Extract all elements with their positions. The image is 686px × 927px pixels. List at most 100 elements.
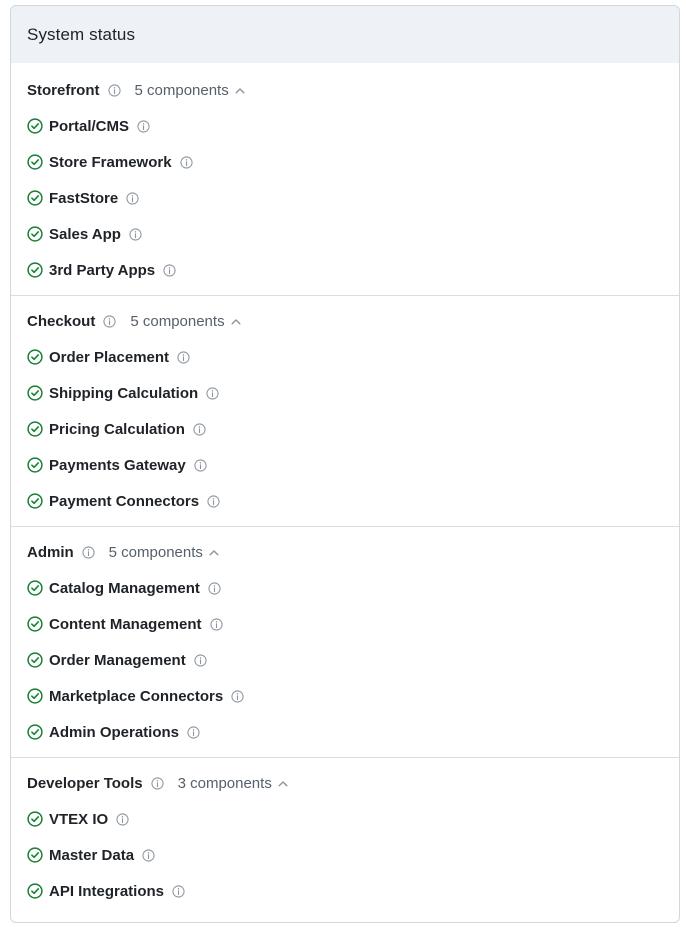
- component-item-admin-operations: Admin Operations: [27, 721, 663, 743]
- check-circle-icon: [27, 580, 43, 596]
- component-item-pricing-calculation: Pricing Calculation: [27, 418, 663, 440]
- component-label: Portal/CMS: [49, 117, 130, 135]
- info-icon[interactable]: [209, 617, 223, 631]
- component-label: Marketplace Connectors: [49, 687, 224, 705]
- components-toggle[interactable]: 5 components: [109, 544, 219, 561]
- info-icon[interactable]: [126, 191, 139, 205]
- component-label: Payment Connectors: [49, 492, 200, 510]
- components-count: 5 components: [130, 312, 225, 330]
- group-header: Storefront 5 components: [27, 79, 663, 101]
- component-item-vtex-io: VTEX IO: [27, 808, 663, 830]
- info-icon[interactable]: [137, 119, 150, 133]
- component-label: Content Management: [49, 615, 202, 633]
- group-name: Checkout: [27, 312, 96, 330]
- components-toggle[interactable]: 5 components: [135, 82, 245, 99]
- info-icon[interactable]: [172, 884, 185, 898]
- check-circle-icon: [27, 421, 43, 437]
- info-icon[interactable]: [142, 848, 155, 862]
- system-status-panel: System status Storefront 5 components Port…: [10, 5, 680, 923]
- component-item-payment-connectors: Payment Connectors: [27, 490, 663, 512]
- check-circle-icon: [27, 883, 43, 899]
- check-circle-icon: [27, 652, 43, 668]
- check-circle-icon: [27, 262, 43, 278]
- check-circle-icon: [27, 847, 43, 863]
- status-groups: Storefront 5 components Portal/CMS Store Fr…: [11, 63, 679, 902]
- status-group-checkout: Checkout 5 components Order Placement Shipp…: [11, 295, 679, 512]
- info-icon[interactable]: [107, 83, 121, 97]
- status-group-developer-tools: Developer Tools 3 components VTEX IO Master…: [11, 757, 679, 902]
- component-label: Master Data: [49, 846, 135, 864]
- check-circle-icon: [27, 457, 43, 473]
- component-label: Pricing Calculation: [49, 420, 185, 438]
- info-icon[interactable]: [177, 350, 190, 364]
- component-label: Shipping Calculation: [49, 384, 199, 402]
- component-item-sales-app: Sales App: [27, 223, 663, 245]
- components-toggle[interactable]: 5 components: [130, 312, 241, 330]
- components-toggle[interactable]: 3 components: [178, 775, 288, 792]
- check-circle-icon: [27, 688, 43, 704]
- check-circle-icon: [27, 493, 43, 509]
- info-icon[interactable]: [206, 386, 219, 400]
- group-header: Admin 5 components: [27, 541, 663, 563]
- component-item-order-placement: Order Placement: [27, 346, 663, 368]
- component-label: Payments Gateway: [49, 456, 186, 474]
- group-name: Developer Tools: [27, 774, 143, 792]
- info-icon[interactable]: [231, 689, 244, 703]
- info-icon[interactable]: [187, 725, 200, 739]
- component-item-payments-gateway: Payments Gateway: [27, 454, 663, 476]
- info-icon[interactable]: [193, 422, 206, 436]
- check-circle-icon: [27, 154, 43, 170]
- component-item-order-management: Order Management: [27, 649, 663, 671]
- component-item-shipping-calculation: Shipping Calculation: [27, 382, 663, 404]
- info-icon[interactable]: [116, 812, 129, 826]
- status-group-storefront: Storefront 5 components Portal/CMS Store Fr…: [11, 63, 679, 281]
- info-icon[interactable]: [129, 227, 142, 241]
- component-label: Catalog Management: [49, 579, 200, 597]
- status-group-admin: Admin 5 components Catalog Management Conte…: [11, 526, 679, 743]
- component-label: API Integrations: [49, 882, 165, 900]
- components-count: 3 components: [177, 774, 272, 792]
- info-icon[interactable]: [103, 314, 116, 328]
- info-icon[interactable]: [179, 155, 193, 169]
- chevron-up-icon: [235, 87, 245, 94]
- component-item-store-framework: Store Framework: [27, 151, 663, 173]
- component-label: Sales App: [49, 225, 121, 243]
- info-icon[interactable]: [82, 545, 95, 559]
- component-item-api-integrations: API Integrations: [27, 880, 663, 902]
- chevron-up-icon: [209, 549, 219, 556]
- component-label: Admin Operations: [49, 723, 180, 741]
- check-circle-icon: [27, 349, 43, 365]
- info-icon[interactable]: [208, 581, 221, 595]
- component-label: Order Management: [49, 651, 186, 669]
- group-header: Developer Tools 3 components: [27, 772, 663, 794]
- group-name: Storefront: [27, 81, 100, 99]
- check-circle-icon: [27, 385, 43, 401]
- component-item-faststore: FastStore: [27, 187, 663, 209]
- info-icon[interactable]: [194, 653, 207, 667]
- component-item-marketplace-connectors: Marketplace Connectors: [27, 685, 663, 707]
- component-label: 3rd Party Apps: [49, 261, 156, 279]
- chevron-up-icon: [278, 780, 288, 787]
- info-icon[interactable]: [163, 263, 176, 277]
- panel-title: System status: [27, 24, 136, 44]
- component-label: Store Framework: [49, 153, 172, 171]
- chevron-up-icon: [231, 318, 241, 325]
- component-label: FastStore: [49, 189, 119, 207]
- component-item-master-data: Master Data: [27, 844, 663, 866]
- component-item-content-management: Content Management: [27, 613, 663, 635]
- check-circle-icon: [27, 118, 43, 134]
- components-count: 5 components: [134, 81, 229, 99]
- component-label: Order Placement: [49, 348, 170, 366]
- check-circle-icon: [27, 190, 43, 206]
- info-icon[interactable]: [194, 458, 207, 472]
- info-icon[interactable]: [151, 776, 164, 790]
- check-circle-icon: [27, 226, 43, 242]
- group-name: Admin: [27, 543, 74, 561]
- component-label: VTEX IO: [49, 810, 109, 828]
- check-circle-icon: [27, 811, 43, 827]
- component-item-3rd-party-apps: 3rd Party Apps: [27, 259, 663, 281]
- components-count: 5 components: [108, 543, 203, 561]
- info-icon[interactable]: [207, 494, 220, 508]
- check-circle-icon: [27, 616, 43, 632]
- check-circle-icon: [27, 724, 43, 740]
